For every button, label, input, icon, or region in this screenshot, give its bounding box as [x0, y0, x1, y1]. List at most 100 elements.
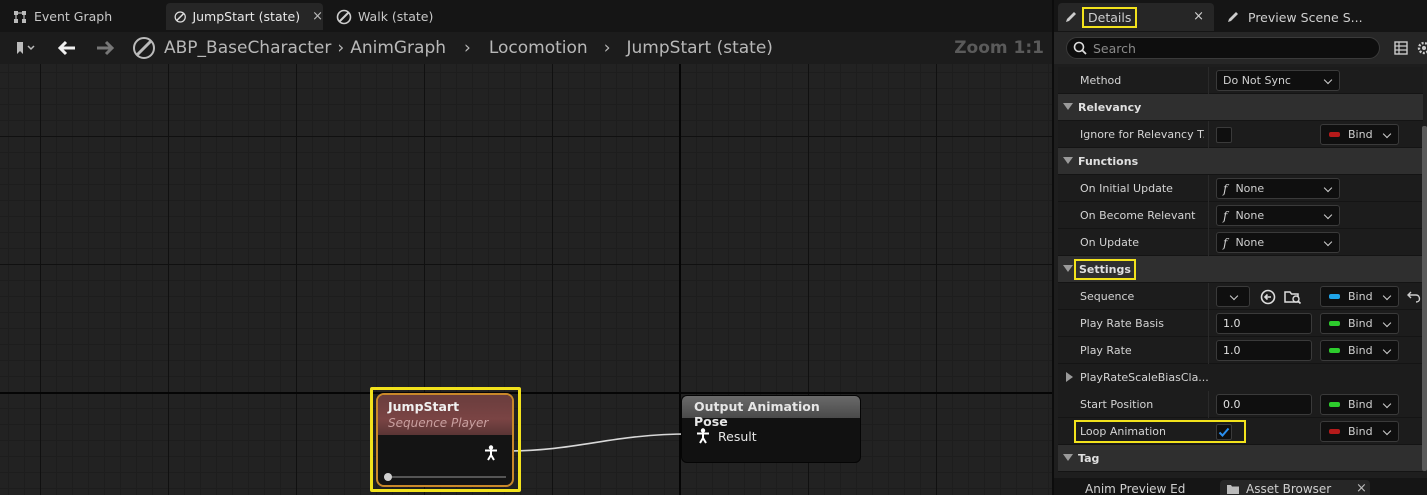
- tab-jumpstart-state[interactable]: JumpStart (state) ×: [166, 3, 323, 30]
- forward-button[interactable]: [86, 32, 124, 64]
- column-divider: [1208, 202, 1209, 229]
- category-label: Tag: [1078, 452, 1100, 465]
- bind-label: Bind: [1348, 128, 1373, 141]
- tab-label: Event Graph: [34, 9, 113, 24]
- arrow-left-icon: [57, 40, 75, 56]
- zoom-level: Zoom 1:1: [954, 38, 1044, 58]
- pose-pin-icon[interactable]: [484, 445, 498, 461]
- reset-to-default-icon[interactable]: [1407, 291, 1421, 303]
- tab-preview-scene[interactable]: Preview Scene S...: [1224, 3, 1363, 31]
- sequence-player-node[interactable]: JumpStart Sequence Player: [376, 393, 514, 487]
- tab-anim-preview-editor[interactable]: Anim Preview Ed: [1085, 482, 1185, 495]
- property-row-start-position: Start Position 0.0 Bind: [1058, 391, 1423, 418]
- bind-dropdown[interactable]: Bind: [1320, 124, 1399, 145]
- chevron-down-icon: [1382, 345, 1392, 355]
- pencil-icon: [1228, 12, 1238, 22]
- property-label: Sequence: [1080, 290, 1135, 303]
- tab-details[interactable]: Details ×: [1058, 3, 1214, 31]
- progress-handle[interactable]: [384, 473, 392, 481]
- tab-event-graph[interactable]: Event Graph: [4, 3, 112, 30]
- close-icon[interactable]: ×: [312, 9, 323, 24]
- play-rate-basis-input[interactable]: 1.0: [1216, 313, 1312, 334]
- play-rate-input[interactable]: 1.0: [1216, 340, 1312, 361]
- chevron-down-icon: [1323, 183, 1333, 193]
- breadcrumb-item[interactable]: ABP_BaseCharacter: [164, 38, 331, 58]
- category-relevancy[interactable]: Relevancy: [1058, 94, 1423, 121]
- dropdown-value: None: [1235, 182, 1265, 195]
- category-label: Functions: [1078, 155, 1139, 168]
- use-selected-asset-icon[interactable]: [1260, 289, 1276, 305]
- category-label: Relevancy: [1078, 101, 1142, 114]
- breadcrumb-item[interactable]: JumpStart (state): [627, 38, 773, 58]
- column-divider: [1208, 229, 1209, 256]
- graph-tab-bar: Event Graph JumpStart (state) × Walk (st…: [0, 0, 1052, 32]
- category-settings[interactable]: Settings: [1058, 256, 1423, 283]
- property-row-play-rate-scale-bias[interactable]: PlayRateScaleBiasCla...: [1058, 364, 1423, 392]
- state-icon: [174, 10, 186, 23]
- sequence-asset-dropdown[interactable]: [1216, 286, 1250, 307]
- tab-label: JumpStart (state): [192, 9, 301, 24]
- node-header: JumpStart Sequence Player: [378, 395, 512, 435]
- column-divider: [1208, 337, 1209, 364]
- chevron-down-icon: [1323, 237, 1333, 247]
- column-divider: [1208, 283, 1209, 310]
- bind-label: Bind: [1348, 398, 1373, 411]
- start-position-input[interactable]: 0.0: [1216, 394, 1312, 415]
- bind-label: Bind: [1348, 344, 1373, 357]
- bottom-tab-bar: Anim Preview Ed Asset Browser ×: [1054, 478, 1427, 495]
- function-dropdown[interactable]: f None: [1216, 178, 1340, 199]
- tab-label: Asset Browser: [1246, 482, 1332, 495]
- tab-label: Preview Scene S...: [1248, 9, 1363, 25]
- column-divider: [1208, 175, 1209, 202]
- category-tag[interactable]: Tag: [1058, 445, 1423, 472]
- property-row-method: Method Do Not Sync: [1058, 67, 1423, 94]
- table-view-icon[interactable]: [1394, 41, 1408, 55]
- bookmark-button[interactable]: [0, 32, 48, 64]
- graph-canvas[interactable]: [0, 64, 1052, 495]
- tab-asset-browser[interactable]: Asset Browser: [1220, 480, 1370, 495]
- function-icon: f: [1223, 235, 1228, 250]
- search-input[interactable]: [1093, 40, 1353, 56]
- chevron-right-icon: ›: [337, 38, 345, 58]
- anim-graph-editor: Event Graph JumpStart (state) × Walk (st…: [0, 0, 1052, 495]
- column-divider: [1208, 310, 1209, 337]
- node-title: Output Animation Pose: [682, 396, 860, 429]
- details-panel: Details × Preview Scene S... Met: [1052, 0, 1427, 495]
- bind-dropdown[interactable]: Bind: [1320, 313, 1399, 334]
- close-icon[interactable]: ×: [1193, 9, 1204, 24]
- back-button[interactable]: [48, 32, 86, 64]
- output-pose-node[interactable]: Output Animation Pose Result: [681, 395, 861, 463]
- bind-type-color: [1329, 402, 1340, 407]
- node-title: JumpStart: [388, 399, 460, 414]
- bind-label: Bind: [1348, 317, 1373, 330]
- bind-dropdown[interactable]: Bind: [1320, 421, 1399, 442]
- property-row-on-update: On Update f None: [1058, 229, 1423, 256]
- property-row-loop-animation: Loop Animation Bind: [1058, 418, 1423, 445]
- tab-walk-state[interactable]: Walk (state): [328, 3, 433, 30]
- expand-arrow-icon: [1066, 372, 1073, 382]
- property-row-on-become-relevant: On Become Relevant f None: [1058, 202, 1423, 229]
- function-dropdown[interactable]: f None: [1216, 205, 1340, 226]
- browse-asset-icon[interactable]: [1284, 289, 1302, 305]
- pose-pin-icon[interactable]: [696, 428, 710, 444]
- close-icon[interactable]: ×: [1356, 481, 1367, 495]
- category-functions[interactable]: Functions: [1058, 148, 1423, 175]
- chevron-right-icon: ›: [603, 38, 611, 58]
- bind-dropdown[interactable]: Bind: [1320, 340, 1399, 361]
- bind-dropdown[interactable]: Bind: [1320, 394, 1399, 415]
- pin-label: Result: [718, 428, 757, 444]
- bind-dropdown[interactable]: Bind: [1320, 286, 1399, 307]
- tab-label: Walk (state): [358, 9, 434, 24]
- loop-animation-checkbox[interactable]: [1216, 424, 1232, 440]
- ignore-relevancy-checkbox[interactable]: [1216, 127, 1232, 143]
- gear-icon[interactable]: [1416, 40, 1427, 56]
- breadcrumb-item[interactable]: AnimGraph: [350, 38, 446, 58]
- details-scrollbar[interactable]: [1422, 126, 1427, 471]
- breadcrumb-item[interactable]: Locomotion: [489, 38, 588, 58]
- expand-caret-icon: [1063, 157, 1073, 164]
- search-field[interactable]: [1066, 37, 1380, 59]
- node-body: [378, 435, 512, 485]
- function-dropdown[interactable]: f None: [1216, 232, 1340, 253]
- chevron-down-icon: [1382, 318, 1392, 328]
- method-dropdown[interactable]: Do Not Sync: [1216, 70, 1340, 91]
